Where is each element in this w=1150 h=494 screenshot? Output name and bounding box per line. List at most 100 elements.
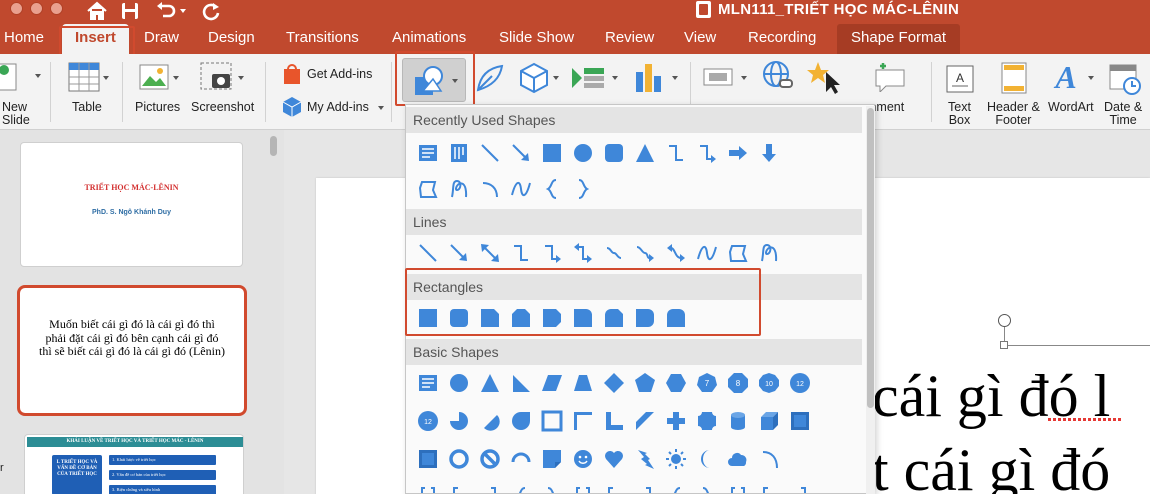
resize-handle[interactable] [1000, 341, 1008, 349]
media-icon[interactable] [703, 64, 739, 90]
shape-plus[interactable] [660, 405, 691, 436]
shape-rbracket[interactable] [629, 481, 660, 493]
wordart-icon[interactable]: A [1052, 60, 1082, 94]
shape-dodec[interactable]: 12 [412, 405, 443, 436]
screenshot-button[interactable]: Screenshot [191, 101, 254, 114]
shape-scribble[interactable] [753, 237, 784, 268]
shape-wave[interactable] [505, 173, 536, 204]
3d-models-dropdown-icon[interactable] [553, 76, 559, 80]
tab-recording[interactable]: Recording [748, 24, 816, 54]
shape-plaque[interactable] [691, 405, 722, 436]
smartart-dropdown-icon[interactable] [612, 76, 618, 80]
screenshot-dropdown-icon[interactable] [238, 76, 244, 80]
text-box-button[interactable]: Text Box [948, 101, 971, 127]
shape-elbowdbl[interactable] [567, 237, 598, 268]
shape-tri[interactable] [629, 137, 660, 168]
shape-textbox[interactable] [412, 137, 443, 168]
thumbnails-scrollbar[interactable] [270, 136, 277, 156]
shape-rbrace[interactable] [691, 481, 722, 493]
shape-lbrace[interactable] [660, 481, 691, 493]
new-slide-dropdown-icon[interactable] [35, 74, 41, 78]
table-button[interactable]: Table [72, 101, 102, 114]
3d-models-icon[interactable] [518, 62, 550, 94]
shape-rbrace[interactable] [536, 481, 567, 493]
comment-icon[interactable] [872, 62, 908, 92]
shape-rarrow[interactable] [722, 137, 753, 168]
shape-elbow[interactable] [505, 237, 536, 268]
shape-pent[interactable] [629, 367, 660, 398]
shape-arc[interactable] [474, 173, 505, 204]
slide-text-line-2[interactable]: t cái gì đó [872, 436, 1110, 494]
shape-oct[interactable]: 8 [722, 367, 753, 398]
store-bag-icon[interactable] [282, 63, 302, 85]
slide-thumbnail-3[interactable]: KHÁI LUẬN VỀ TRIẾT HỌC VÀ TRIẾT HỌC MÁC … [24, 434, 244, 494]
shape-vtextbox[interactable] [443, 137, 474, 168]
shape-teardrop[interactable] [505, 405, 536, 436]
shape-freeform[interactable] [412, 173, 443, 204]
save-icon[interactable] [121, 2, 139, 20]
shape-curvedarrow[interactable] [629, 237, 660, 268]
pictures-dropdown-icon[interactable] [173, 76, 179, 80]
shape-rbrace[interactable] [567, 173, 598, 204]
shape-dec[interactable]: 10 [753, 367, 784, 398]
shape-bracket[interactable] [722, 481, 753, 493]
minimize-window-button[interactable] [30, 2, 43, 15]
new-slide-icon[interactable] [0, 60, 20, 96]
shape-arrowline[interactable] [505, 137, 536, 168]
my-addins-button[interactable]: My Add-ins [307, 101, 369, 114]
shape-lbracket[interactable] [598, 481, 629, 493]
shape-line[interactable] [412, 237, 443, 268]
shape-rrect[interactable] [598, 137, 629, 168]
tab-design[interactable]: Design [208, 24, 255, 54]
rotate-handle[interactable] [998, 314, 1011, 327]
shape-foldcorner[interactable] [536, 443, 567, 474]
shape-cube[interactable] [753, 405, 784, 436]
shape-para[interactable] [536, 367, 567, 398]
date-time-button[interactable]: Date & Time [1104, 101, 1142, 127]
date-time-icon[interactable] [1108, 62, 1142, 96]
shape-circle[interactable] [443, 367, 474, 398]
undo-dropdown-icon[interactable] [180, 9, 186, 13]
tab-view[interactable]: View [684, 24, 716, 54]
shape-donut[interactable] [443, 443, 474, 474]
shape-chord[interactable] [474, 405, 505, 436]
undo-icon[interactable] [155, 2, 177, 20]
shape-arrowline[interactable] [443, 237, 474, 268]
shape-halfframe[interactable] [567, 405, 598, 436]
shape-bracket[interactable] [412, 481, 443, 493]
table-icon[interactable] [68, 62, 100, 92]
shape-trap[interactable] [567, 367, 598, 398]
shape-can[interactable] [722, 405, 753, 436]
redo-icon[interactable] [201, 2, 221, 22]
header-footer-button[interactable]: Header & Footer [987, 101, 1040, 127]
new-slide-button[interactable]: New Slide [2, 101, 30, 127]
slide-thumbnail-1[interactable]: TRIẾT HỌC MÁC-LÊNIN PhD. S. Ngô Khánh Du… [20, 142, 243, 267]
tab-animations[interactable]: Animations [392, 24, 466, 54]
shape-lbracket[interactable] [753, 481, 784, 493]
pictures-icon[interactable] [139, 64, 169, 90]
shape-line[interactable] [474, 137, 505, 168]
shape-lbrace[interactable] [505, 481, 536, 493]
tab-review[interactable]: Review [605, 24, 654, 54]
tab-draw[interactable]: Draw [144, 24, 179, 54]
screenshot-icon[interactable] [200, 62, 234, 92]
zoom-window-button[interactable] [50, 2, 63, 15]
wordart-button[interactable]: WordArt [1048, 101, 1094, 114]
shape-dblarrow[interactable] [474, 237, 505, 268]
home-icon[interactable] [86, 1, 108, 21]
shape-textbox[interactable] [412, 367, 443, 398]
shape-hex[interactable] [660, 367, 691, 398]
shape-blockarc[interactable] [505, 443, 536, 474]
close-window-button[interactable] [10, 2, 23, 15]
shape-elbowarrow[interactable] [536, 237, 567, 268]
smartart-icon[interactable] [570, 64, 606, 92]
chart-icon[interactable] [633, 62, 665, 92]
shape-pie[interactable] [443, 405, 474, 436]
shape-rect[interactable] [536, 137, 567, 168]
shape-frame[interactable] [536, 405, 567, 436]
shape-wave[interactable] [691, 237, 722, 268]
text-box-icon[interactable]: A [945, 64, 975, 94]
shape-sun[interactable] [660, 443, 691, 474]
get-addins-button[interactable]: Get Add-ins [307, 68, 372, 81]
tab-shape-format[interactable]: Shape Format [837, 24, 961, 54]
